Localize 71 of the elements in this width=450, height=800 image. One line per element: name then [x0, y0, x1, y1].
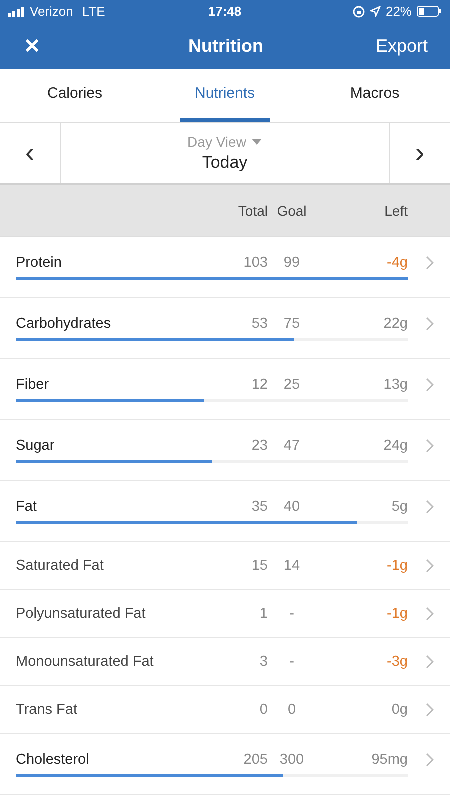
goal-value: 25	[282, 376, 302, 392]
total-value: 12	[250, 376, 268, 392]
location-arrow-icon	[370, 6, 381, 17]
total-value: 3	[258, 654, 268, 670]
left-value: -3g	[386, 654, 408, 670]
total-value: 1	[258, 606, 268, 622]
signal-icon	[8, 6, 25, 16]
chevron-right-icon	[426, 558, 434, 572]
chevron-right-icon	[426, 500, 434, 514]
left-value: -1g	[386, 606, 408, 622]
left-value: 5g	[390, 498, 408, 514]
goal-value: 99	[282, 254, 302, 270]
rotation-lock-icon	[352, 6, 365, 18]
total-value: 0	[258, 702, 268, 718]
left-value: 95mg	[370, 752, 408, 768]
nutrient-name[interactable]: Cholesterol	[16, 752, 208, 768]
chevron-right-icon	[426, 438, 434, 452]
left-value: -4g	[386, 254, 408, 270]
battery-icon	[417, 6, 442, 17]
left-value: 13g	[382, 376, 408, 392]
column-header: Total	[237, 202, 268, 218]
close-button[interactable]: ✕	[24, 34, 84, 58]
next-day-button[interactable]: ›	[390, 123, 450, 183]
chevron-right-icon	[426, 316, 434, 330]
battery-percent: 22%	[386, 4, 412, 19]
nutrient-name[interactable]: Fat	[16, 498, 208, 514]
total-value: 23	[250, 438, 268, 454]
nutrient-name[interactable]: Carbohydrates	[16, 316, 208, 332]
chevron-right-icon	[426, 702, 434, 716]
left-value: 24g	[382, 438, 408, 454]
nutrient-name[interactable]: Trans Fat	[16, 702, 208, 718]
goal-value: 40	[282, 498, 302, 514]
total-value: 205	[242, 752, 268, 768]
chevron-right-icon	[426, 654, 434, 668]
dropdown-caret-icon	[252, 138, 262, 144]
total-value: 103	[242, 254, 268, 270]
nutrient-name[interactable]: Protein	[16, 254, 208, 270]
goal-value: -	[288, 654, 296, 670]
total-value: 53	[250, 316, 268, 332]
goal-value: 300	[278, 752, 306, 768]
goal-value: -	[288, 606, 296, 622]
nutrient-name[interactable]: Polyunsaturated Fat	[16, 606, 208, 622]
goal-value: 47	[282, 438, 302, 454]
tab[interactable]: Nutrients	[180, 69, 270, 122]
date-label: Today	[202, 152, 248, 172]
total-value: 35	[250, 498, 268, 514]
left-value: 22g	[382, 316, 408, 332]
tab[interactable]: Calories	[30, 69, 120, 122]
network-text: LTE	[82, 4, 106, 19]
chevron-right-icon	[426, 752, 434, 766]
column-header: Left	[384, 202, 408, 218]
left-value: -1g	[386, 558, 408, 574]
chevron-right-icon	[426, 606, 434, 620]
tab[interactable]: Macros	[330, 69, 420, 122]
nutrient-name[interactable]: Fiber	[16, 376, 208, 392]
column-header: Goal	[276, 202, 308, 218]
goal-value: 0	[286, 702, 298, 718]
goal-value: 14	[282, 558, 302, 574]
screen-title: Nutrition	[188, 36, 264, 56]
total-value: 15	[250, 558, 268, 574]
previous-day-button[interactable]: ‹	[0, 123, 60, 183]
export-button[interactable]: Export	[368, 36, 428, 56]
status-time: 17:48	[208, 4, 242, 19]
chevron-right-icon	[426, 378, 434, 392]
left-value: 0g	[390, 702, 408, 718]
nutrient-name[interactable]: Saturated Fat	[16, 558, 208, 574]
nutrient-name[interactable]: Monounsaturated Fat	[16, 654, 208, 670]
goal-value: 75	[282, 316, 302, 332]
carrier-text: Verizon	[30, 4, 74, 19]
nutrient-name[interactable]: Sugar	[16, 438, 208, 454]
chevron-right-icon	[426, 256, 434, 270]
